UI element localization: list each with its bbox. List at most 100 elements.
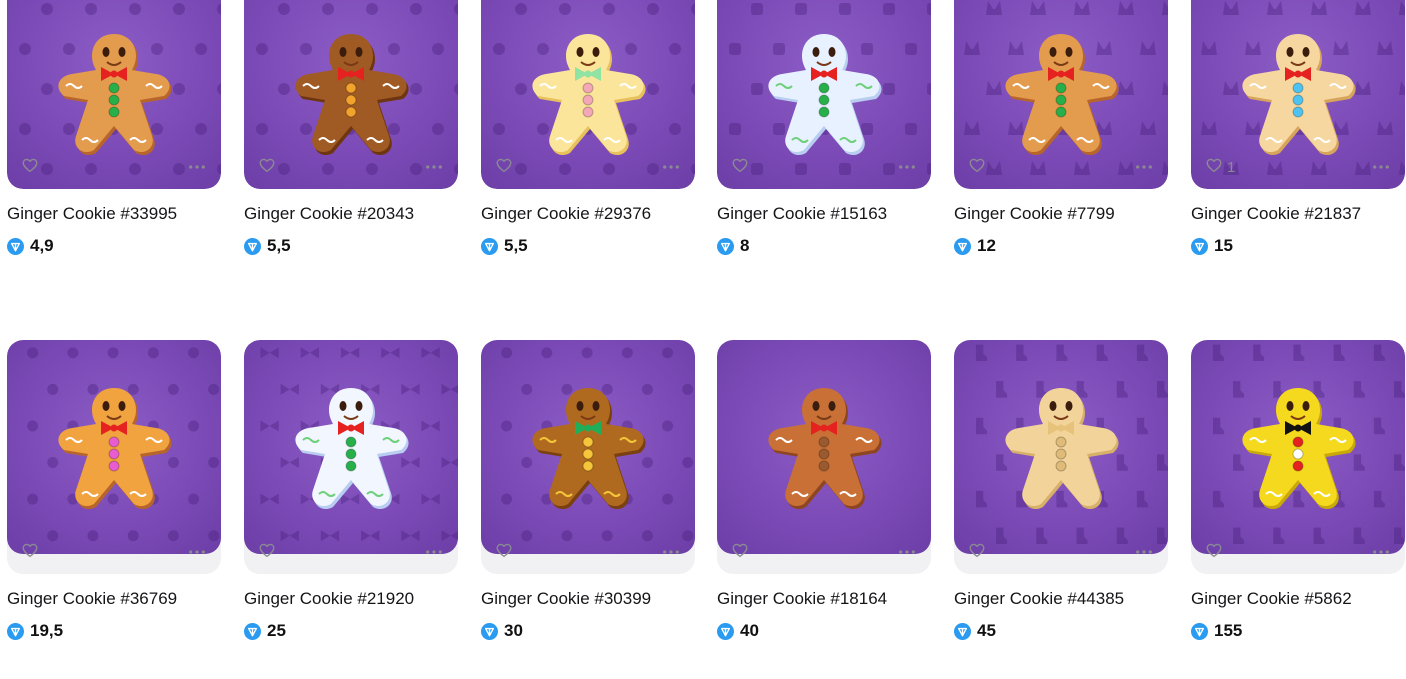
gift-name[interactable]: Ginger Cookie #21920 bbox=[244, 589, 458, 609]
gift-card-frame bbox=[244, 340, 458, 574]
ginger-cookie-image bbox=[768, 388, 882, 510]
more-options-icon[interactable] bbox=[1134, 158, 1154, 176]
gift-card[interactable]: 1 Ginger Cookie #21837 15 bbox=[1191, 0, 1405, 256]
heart-icon bbox=[258, 156, 276, 179]
price-value: 4,9 bbox=[30, 236, 54, 255]
heart-icon bbox=[21, 541, 39, 564]
gift-card-frame bbox=[481, 340, 695, 574]
heart-icon bbox=[968, 156, 986, 179]
ginger-cookie-image bbox=[1242, 34, 1356, 156]
gift-price: 30 bbox=[481, 621, 695, 641]
heart-icon bbox=[968, 541, 986, 564]
gift-name[interactable]: Ginger Cookie #5862 bbox=[1191, 589, 1405, 609]
like-button[interactable] bbox=[968, 541, 990, 564]
ton-coin-icon bbox=[244, 237, 261, 255]
like-button[interactable] bbox=[495, 541, 517, 564]
like-count: 1 bbox=[1227, 158, 1236, 176]
like-button[interactable] bbox=[731, 156, 753, 179]
ginger-cookie-image bbox=[295, 388, 409, 510]
ton-coin-icon bbox=[7, 622, 24, 640]
gift-price: 5,5 bbox=[244, 236, 458, 256]
card-actions bbox=[7, 145, 221, 189]
gift-card[interactable]: Ginger Cookie #33995 4,9 bbox=[7, 0, 221, 256]
gift-card[interactable]: Ginger Cookie #15163 8 bbox=[717, 0, 931, 256]
gift-image[interactable] bbox=[954, 340, 1168, 554]
card-actions bbox=[481, 145, 695, 189]
gift-image[interactable] bbox=[244, 340, 458, 554]
gift-card[interactable]: Ginger Cookie #30399 30 bbox=[481, 340, 695, 641]
ton-coin-icon bbox=[7, 237, 24, 255]
gift-card-frame bbox=[7, 340, 221, 574]
gift-price: 19,5 bbox=[7, 621, 221, 641]
gift-price: 25 bbox=[244, 621, 458, 641]
gift-image[interactable] bbox=[1191, 340, 1405, 554]
gift-name[interactable]: Ginger Cookie #30399 bbox=[481, 589, 695, 609]
like-button[interactable]: 1 bbox=[1205, 156, 1235, 179]
gift-card-frame bbox=[481, 0, 695, 189]
price-value: 19,5 bbox=[30, 621, 64, 640]
card-actions bbox=[717, 145, 931, 189]
gift-card[interactable]: Ginger Cookie #36769 19,5 bbox=[7, 340, 221, 641]
like-button[interactable] bbox=[495, 156, 517, 179]
more-options-icon[interactable] bbox=[661, 543, 681, 561]
ginger-cookie-image bbox=[532, 388, 646, 510]
like-button[interactable] bbox=[258, 156, 280, 179]
gift-name[interactable]: Ginger Cookie #44385 bbox=[954, 589, 1168, 609]
gift-price: 5,5 bbox=[481, 236, 695, 256]
gift-name[interactable]: Ginger Cookie #15163 bbox=[717, 204, 931, 224]
gift-price: 45 bbox=[954, 621, 1168, 641]
card-actions bbox=[244, 145, 458, 189]
more-options-icon[interactable] bbox=[1371, 543, 1391, 561]
gift-card[interactable]: Ginger Cookie #5862 155 bbox=[1191, 340, 1405, 641]
gift-name[interactable]: Ginger Cookie #29376 bbox=[481, 204, 695, 224]
like-button[interactable] bbox=[731, 541, 753, 564]
more-options-icon[interactable] bbox=[424, 158, 444, 176]
gift-card[interactable]: Ginger Cookie #21920 25 bbox=[244, 340, 458, 641]
card-actions bbox=[1191, 530, 1405, 574]
heart-icon bbox=[258, 541, 276, 564]
more-options-icon[interactable] bbox=[1134, 543, 1154, 561]
gift-image[interactable] bbox=[7, 340, 221, 554]
gift-card[interactable]: Ginger Cookie #29376 5,5 bbox=[481, 0, 695, 256]
heart-icon bbox=[731, 156, 749, 179]
gift-price: 155 bbox=[1191, 621, 1405, 641]
gift-grid: Ginger Cookie #33995 4,9 Ginger Cookie #20… bbox=[0, 0, 1406, 679]
ton-coin-icon bbox=[717, 622, 734, 640]
card-actions bbox=[954, 530, 1168, 574]
heart-icon bbox=[731, 541, 749, 564]
gift-card-frame: 1 bbox=[1191, 0, 1405, 189]
like-button[interactable] bbox=[21, 541, 43, 564]
gift-card-frame bbox=[1191, 340, 1405, 574]
gift-image[interactable] bbox=[717, 340, 931, 554]
like-button[interactable] bbox=[968, 156, 990, 179]
like-button[interactable] bbox=[1205, 541, 1227, 564]
like-button[interactable] bbox=[21, 156, 43, 179]
gift-name[interactable]: Ginger Cookie #18164 bbox=[717, 589, 931, 609]
ton-coin-icon bbox=[954, 622, 971, 640]
more-options-icon[interactable] bbox=[424, 543, 444, 561]
gift-name[interactable]: Ginger Cookie #33995 bbox=[7, 204, 221, 224]
like-button[interactable] bbox=[258, 541, 280, 564]
gift-image[interactable] bbox=[481, 340, 695, 554]
gift-name[interactable]: Ginger Cookie #36769 bbox=[7, 589, 221, 609]
price-value: 8 bbox=[740, 236, 750, 255]
gift-name[interactable]: Ginger Cookie #20343 bbox=[244, 204, 458, 224]
more-options-icon[interactable] bbox=[187, 543, 207, 561]
ginger-cookie-image bbox=[58, 388, 172, 510]
more-options-icon[interactable] bbox=[1371, 158, 1391, 176]
more-options-icon[interactable] bbox=[897, 158, 917, 176]
gift-name[interactable]: Ginger Cookie #21837 bbox=[1191, 204, 1405, 224]
more-options-icon[interactable] bbox=[897, 543, 917, 561]
card-actions bbox=[244, 530, 458, 574]
ton-coin-icon bbox=[1191, 622, 1208, 640]
price-value: 15 bbox=[1214, 236, 1233, 255]
ginger-cookie-image bbox=[295, 34, 409, 156]
gift-card[interactable]: Ginger Cookie #20343 5,5 bbox=[244, 0, 458, 256]
gift-card[interactable]: Ginger Cookie #44385 45 bbox=[954, 340, 1168, 641]
gift-name[interactable]: Ginger Cookie #7799 bbox=[954, 204, 1168, 224]
gift-card[interactable]: Ginger Cookie #18164 40 bbox=[717, 340, 931, 641]
more-options-icon[interactable] bbox=[661, 158, 681, 176]
more-options-icon[interactable] bbox=[187, 158, 207, 176]
gift-card[interactable]: Ginger Cookie #7799 12 bbox=[954, 0, 1168, 256]
price-value: 12 bbox=[977, 236, 996, 255]
